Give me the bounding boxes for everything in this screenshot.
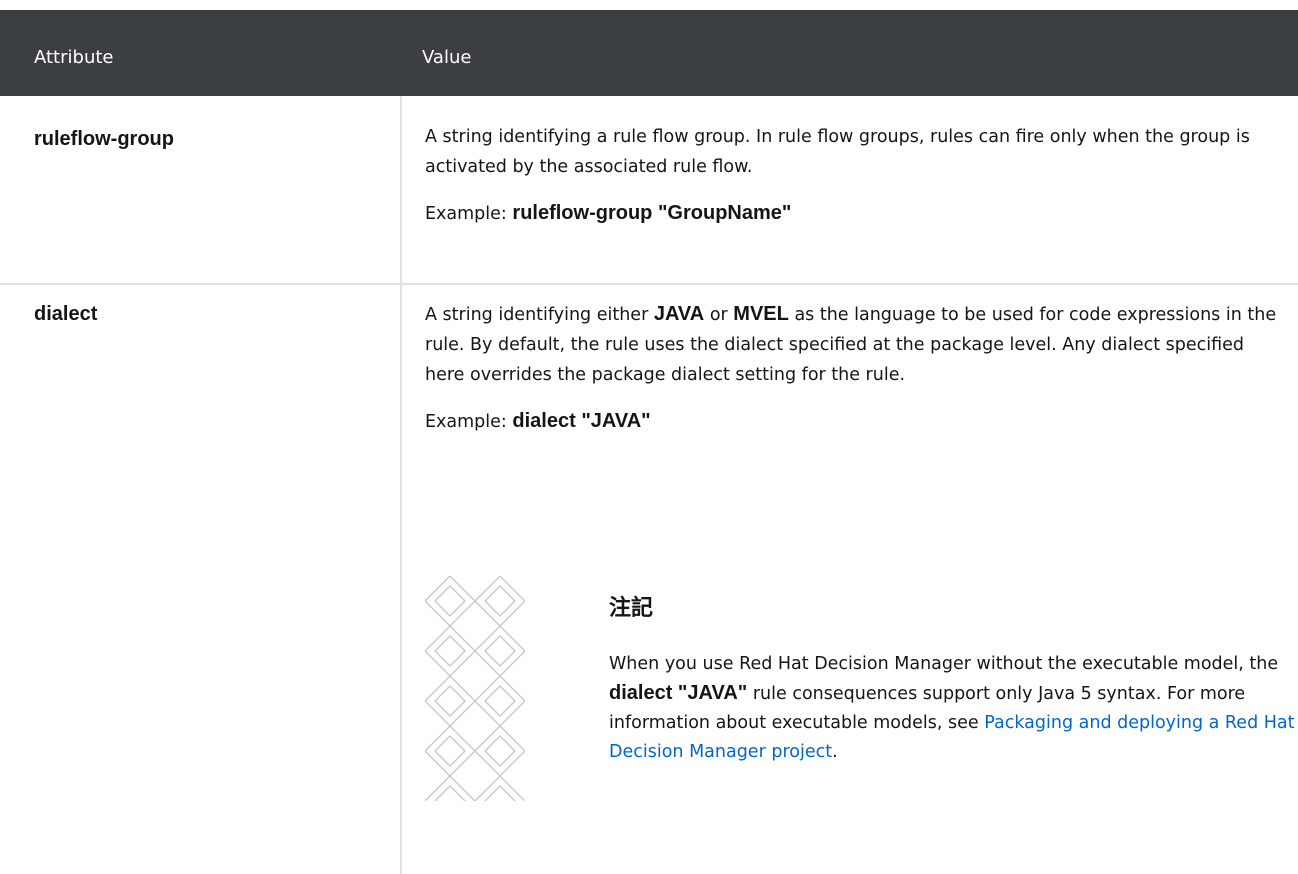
example-label: Example:: [425, 204, 507, 224]
attribute-example: Example: ruleflow-group "GroupName": [425, 198, 1285, 229]
table-row: dialect A string identifying either JAVA…: [0, 286, 1298, 874]
attribute-description: A string identifying a rule flow group. …: [425, 127, 1250, 177]
note-text: When you use Red Hat Decision Manager wi…: [609, 654, 1279, 674]
attribute-name: ruleflow-group: [34, 128, 174, 150]
note-title: 注記: [609, 596, 654, 621]
attribute-name: dialect: [34, 303, 98, 325]
attribute-example: Example: dialect "JAVA": [425, 406, 1285, 437]
column-header-attribute: Attribute: [34, 47, 114, 68]
table-header: Attribute Value: [0, 10, 1298, 96]
attribute-value: A string identifying either JAVA or MVEL…: [425, 299, 1285, 453]
description-code: JAVA: [653, 303, 705, 325]
attribute-description: A string identifying either JAVA or MVEL…: [425, 299, 1285, 390]
note-pattern-icon: [425, 576, 525, 801]
description-code: MVEL: [733, 303, 789, 325]
attributes-table: Attribute Value ruleflow-group A string …: [0, 10, 1298, 874]
example-code: dialect "JAVA": [512, 410, 651, 432]
note-text: .: [832, 742, 838, 762]
note-code: dialect "JAVA": [609, 682, 748, 704]
example-code: ruleflow-group "GroupName": [512, 202, 792, 224]
example-label: Example:: [425, 412, 507, 432]
note-admonition: 注記 When you use Red Hat Decision Manager…: [425, 576, 1298, 806]
note-body: When you use Red Hat Decision Manager wi…: [609, 650, 1298, 767]
description-text: or: [709, 305, 728, 325]
description-text: A string identifying either: [425, 305, 649, 325]
table-row: ruleflow-group A string identifying a ru…: [0, 96, 1298, 286]
attribute-value: A string identifying a rule flow group. …: [425, 122, 1285, 245]
column-header-value: Value: [422, 47, 472, 68]
row-divider: [0, 283, 1298, 285]
